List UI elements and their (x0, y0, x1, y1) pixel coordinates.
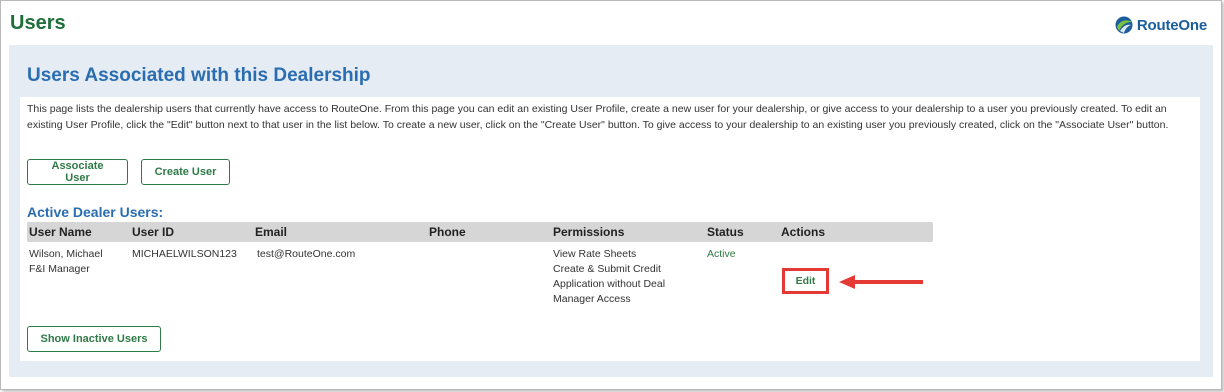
page-title: Users (10, 12, 66, 34)
header-user-name: User Name (29, 225, 92, 239)
email-cell: test@RouteOne.com (257, 248, 356, 260)
logo-text: RouteOne (1136, 16, 1207, 34)
edit-highlight-box: Edit (782, 268, 829, 294)
users-page: Users RouteOne Users Associated with thi… (0, 0, 1222, 390)
header-permissions: Permissions (553, 225, 625, 239)
create-user-button[interactable]: Create User (141, 159, 230, 185)
routeone-logo: RouteOne (1115, 14, 1207, 36)
permission-item: View Rate Sheets (553, 248, 637, 260)
users-table: User Name User ID Email Phone Permission… (27, 222, 933, 312)
panel-content: This page lists the dealership users tha… (20, 97, 1200, 361)
panel-title: Users Associated with this Dealership (27, 65, 371, 86)
permissions-cell: View Rate Sheets Create & Submit Credit … (553, 247, 665, 307)
users-panel: Users Associated with this Dealership Th… (9, 45, 1213, 377)
user-id-cell: MICHAELWILSON123 (132, 248, 237, 260)
arrow-left-icon (839, 275, 923, 289)
routeone-logo-icon (1115, 16, 1133, 34)
user-name: Wilson, Michael (29, 248, 103, 260)
permission-item: Create & Submit Credit (553, 263, 661, 275)
header-phone: Phone (429, 225, 466, 239)
user-name-cell: Wilson, Michael F&I Manager (29, 247, 103, 277)
edit-button[interactable]: Edit (795, 275, 816, 287)
permission-item: Application without Deal (553, 278, 666, 290)
associate-user-button[interactable]: Associate User (27, 159, 128, 185)
header-user-id: User ID (132, 225, 175, 239)
header-email: Email (255, 225, 288, 239)
table-header: User Name User ID Email Phone Permission… (27, 222, 933, 242)
user-role: F&I Manager (29, 263, 90, 275)
header-status: Status (707, 225, 744, 239)
permission-item: Manager Access (553, 293, 631, 305)
section-title: Active Dealer Users: (27, 204, 164, 220)
show-inactive-users-button[interactable]: Show Inactive Users (27, 326, 161, 352)
table-row: Wilson, Michael F&I Manager MICHAELWILSO… (27, 242, 933, 312)
status-badge: Active (707, 248, 736, 260)
intro-text: This page lists the dealership users tha… (27, 103, 1169, 131)
header-actions: Actions (781, 225, 826, 239)
